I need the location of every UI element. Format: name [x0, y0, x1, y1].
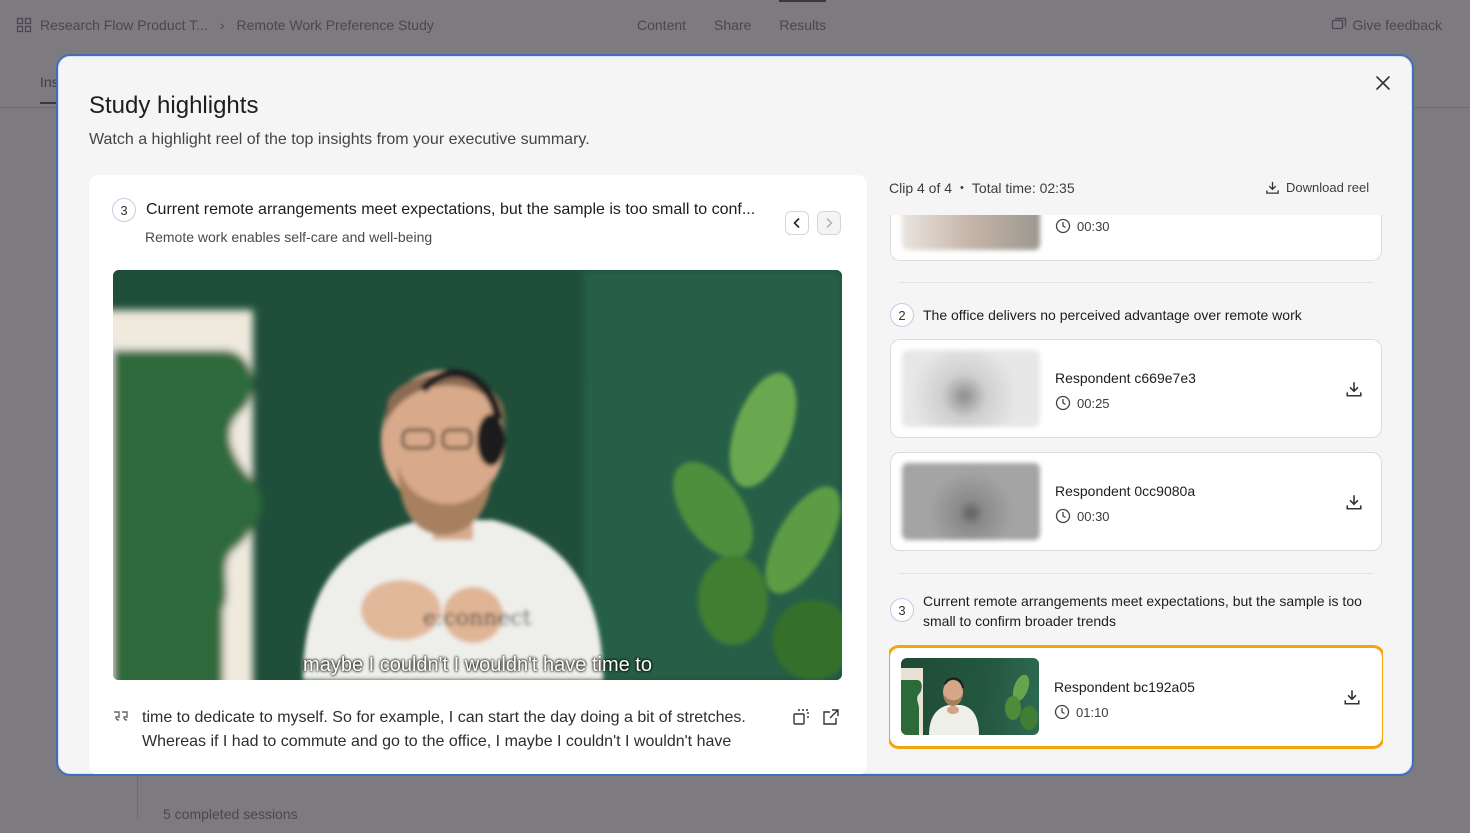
clip-thumbnail-image	[901, 668, 1038, 735]
clock-icon	[1055, 218, 1071, 234]
breadcrumb: Research Flow Product T... › Remote Work…	[16, 17, 434, 33]
modal-subtitle: Watch a highlight reel of the top insigh…	[89, 131, 590, 148]
clip-counter: Clip 4 of 4	[889, 180, 953, 196]
download-icon	[1346, 382, 1362, 397]
feedback-icon	[1331, 17, 1346, 30]
download-icon	[1344, 690, 1360, 705]
clip-thumbnail	[902, 463, 1040, 540]
clip-duration: 00:25	[1055, 395, 1110, 411]
clip-download-button[interactable]	[1343, 688, 1361, 706]
player-card: 3 Current remote arrangements meet expec…	[89, 175, 867, 774]
copy-button[interactable]	[792, 708, 810, 726]
background-header: Research Flow Product T... › Remote Work…	[0, 0, 1470, 52]
quote-text: time to dedicate to myself. So for examp…	[142, 709, 746, 750]
clock-icon	[1055, 395, 1071, 411]
current-insight-header: 3 Current remote arrangements meet expec…	[112, 198, 788, 222]
clip-card-active[interactable]: Respondent bc192a05 01:10	[889, 645, 1383, 749]
clip-info-bullet: •	[960, 182, 964, 194]
quote-icon	[114, 711, 128, 721]
clip-respondent-name: Respondent 0cc9080a	[1055, 483, 1196, 499]
breadcrumb-study[interactable]: Remote Work Preference Study	[236, 17, 433, 33]
chevron-left-icon	[793, 217, 800, 229]
group-number-badge: 2	[890, 303, 914, 327]
external-link-icon	[823, 709, 839, 725]
download-icon	[1266, 181, 1279, 194]
breadcrumb-project[interactable]: Research Flow Product T...	[40, 17, 208, 33]
download-reel-button[interactable]: Download reel	[1265, 180, 1369, 195]
completed-sessions-text: 5 completed sessions	[163, 806, 298, 822]
next-clip-button[interactable]	[817, 211, 841, 235]
clip-duration: 01:10	[1054, 704, 1109, 720]
group-number-badge: 3	[890, 598, 914, 622]
download-icon	[1346, 495, 1362, 510]
group-title: Current remote arrangements meet expecta…	[923, 593, 1362, 629]
video-player[interactable]: e:connect maybe I couldn't I wouldn't ha…	[113, 270, 842, 680]
quote-actions	[792, 708, 840, 726]
clip-thumbnail	[902, 215, 1040, 250]
total-time: Total time: 02:35	[971, 180, 1075, 196]
clip-card[interactable]: 00:30	[890, 215, 1382, 261]
clock-icon	[1055, 508, 1071, 524]
clip-card[interactable]: Respondent 0cc9080a 00:30	[890, 452, 1382, 551]
video-caption: maybe I couldn't I wouldn't have time to	[303, 654, 652, 676]
close-button[interactable]	[1372, 72, 1394, 94]
transcript-quote: time to dedicate to myself. So for examp…	[112, 706, 772, 754]
clip-duration: 00:30	[1055, 218, 1110, 234]
give-feedback-button[interactable]: Give feedback	[1331, 17, 1443, 33]
divider	[899, 282, 1373, 283]
svg-text:e:connect: e:connect	[423, 606, 532, 631]
close-icon	[1376, 76, 1390, 90]
download-reel-label: Download reel	[1286, 180, 1370, 195]
insight-group-3-header: 3 Current remote arrangements meet expec…	[890, 591, 1373, 631]
insight-group-2-header: 2 The office delivers no perceived advan…	[890, 303, 1373, 327]
clip-download-button[interactable]	[1345, 493, 1363, 511]
give-feedback-label: Give feedback	[1352, 17, 1443, 33]
study-highlights-modal: Study highlights Watch a highlight reel …	[56, 54, 1414, 776]
group-title: The office delivers no perceived advanta…	[923, 307, 1302, 323]
grid-icon	[16, 17, 32, 33]
clip-duration: 00:30	[1055, 508, 1110, 524]
open-external-button[interactable]	[822, 708, 840, 726]
modal-title: Study highlights	[89, 92, 259, 119]
copy-icon	[793, 709, 809, 725]
clip-card[interactable]: Respondent c669e7e3 00:25	[890, 339, 1382, 438]
clip-thumbnail	[902, 350, 1040, 427]
clip-respondent-name: Respondent c669e7e3	[1055, 370, 1196, 386]
tab-content[interactable]: Content	[637, 17, 686, 33]
clip-duration-text: 00:30	[1077, 508, 1110, 524]
tab-share[interactable]: Share	[714, 17, 751, 33]
insight-title: Current remote arrangements meet expecta…	[146, 201, 756, 218]
top-tabs: Content Share Results	[637, 0, 826, 33]
clip-list[interactable]: 00:30 2 The office delivers no perceived…	[889, 215, 1383, 774]
divider	[899, 573, 1373, 574]
clip-thumbnail	[901, 658, 1039, 735]
clip-download-button[interactable]	[1345, 380, 1363, 398]
clip-duration-text: 00:30	[1077, 218, 1110, 234]
clip-info: Clip 4 of 4 • Total time: 02:35	[889, 180, 1075, 196]
insight-subtitle: Remote work enables self-care and well-b…	[145, 229, 433, 245]
video-frame-image: e:connect	[113, 270, 842, 680]
clock-icon	[1054, 704, 1070, 720]
breadcrumb-separator: ›	[219, 17, 225, 33]
tab-results[interactable]: Results	[779, 0, 826, 33]
clip-respondent-name: Respondent bc192a05	[1054, 679, 1195, 695]
chevron-right-icon	[826, 217, 833, 229]
clip-duration-text: 00:25	[1077, 395, 1110, 411]
insight-number-badge: 3	[112, 198, 136, 222]
previous-clip-button[interactable]	[785, 211, 809, 235]
clip-duration-text: 01:10	[1076, 704, 1109, 720]
